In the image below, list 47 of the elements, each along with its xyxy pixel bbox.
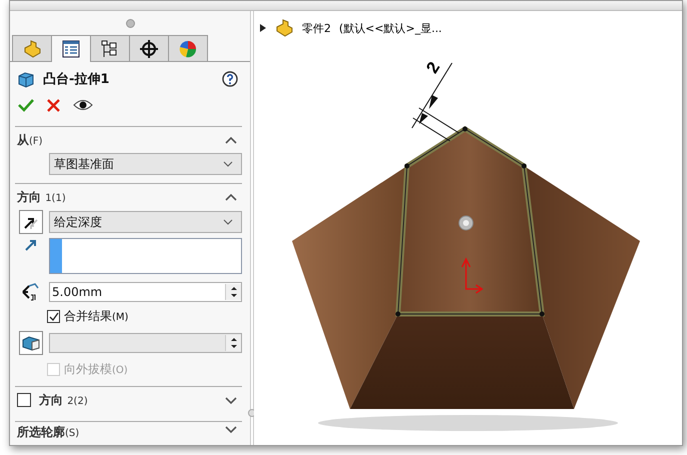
checkbox-label: 合并结果(M)	[64, 308, 128, 325]
merge-result-checkbox[interactable]	[47, 310, 60, 323]
draft-angle-field[interactable]	[49, 333, 242, 353]
expand-chevron-icon[interactable]	[224, 394, 238, 406]
display-manager-tab[interactable]	[168, 35, 208, 61]
origin-point-icon	[458, 216, 474, 230]
feature-manager-tab[interactable]	[12, 35, 52, 61]
start-condition-dropdown[interactable]: 草图基准面	[49, 153, 242, 175]
section-title: 方向 1(1)	[17, 188, 66, 206]
collapse-chevron-icon[interactable]	[224, 134, 238, 146]
ok-checkmark-icon[interactable]	[18, 98, 34, 112]
part-icon	[22, 40, 42, 58]
help-icon[interactable]	[222, 71, 238, 87]
property-manager-tab[interactable]	[51, 35, 91, 62]
expand-chevron-icon[interactable]	[224, 424, 238, 435]
feature-title: 凸台-拉伸1	[43, 71, 110, 88]
origin-axes-icon	[461, 257, 484, 294]
spin-arrows-icon[interactable]	[225, 335, 241, 351]
direction-selection-box[interactable]	[49, 238, 242, 274]
list-icon	[61, 40, 81, 58]
direction-2-checkbox[interactable]	[17, 393, 31, 407]
grip-handle[interactable]	[126, 18, 134, 28]
extrude-icon	[17, 70, 35, 88]
checkbox-label: 向外拔模(O)	[64, 361, 128, 378]
preview-eye-icon[interactable]	[73, 99, 93, 111]
reverse-direction-button[interactable]	[19, 210, 43, 234]
configuration-manager-tab[interactable]	[90, 35, 130, 61]
section-title: 方向 2(2)	[39, 392, 89, 408]
color-wheel-icon	[178, 40, 198, 58]
part-icon	[274, 19, 294, 37]
dimxpert-tab[interactable]	[129, 35, 169, 61]
expand-triangle-icon[interactable]	[260, 24, 266, 32]
configuration-label: (默认<<默认>_显...	[339, 20, 442, 36]
dimension-value: 2	[422, 58, 444, 77]
depth-input-field[interactable]: 5.00mm	[49, 282, 242, 302]
section-title: 从(F)	[17, 132, 43, 148]
crosshair-icon	[139, 40, 159, 58]
part-name[interactable]: 零件2	[302, 20, 331, 36]
draft-button[interactable]	[19, 331, 43, 355]
block-icon	[22, 335, 40, 351]
end-condition-dropdown[interactable]: 给定深度	[49, 211, 242, 233]
caret-icon	[223, 219, 233, 225]
spin-arrows-icon[interactable]	[225, 284, 241, 300]
cancel-icon[interactable]	[47, 98, 60, 112]
section-title: 所选轮廓(S)	[17, 424, 80, 441]
collapse-chevron-icon[interactable]	[224, 192, 238, 202]
caret-icon	[223, 161, 233, 167]
